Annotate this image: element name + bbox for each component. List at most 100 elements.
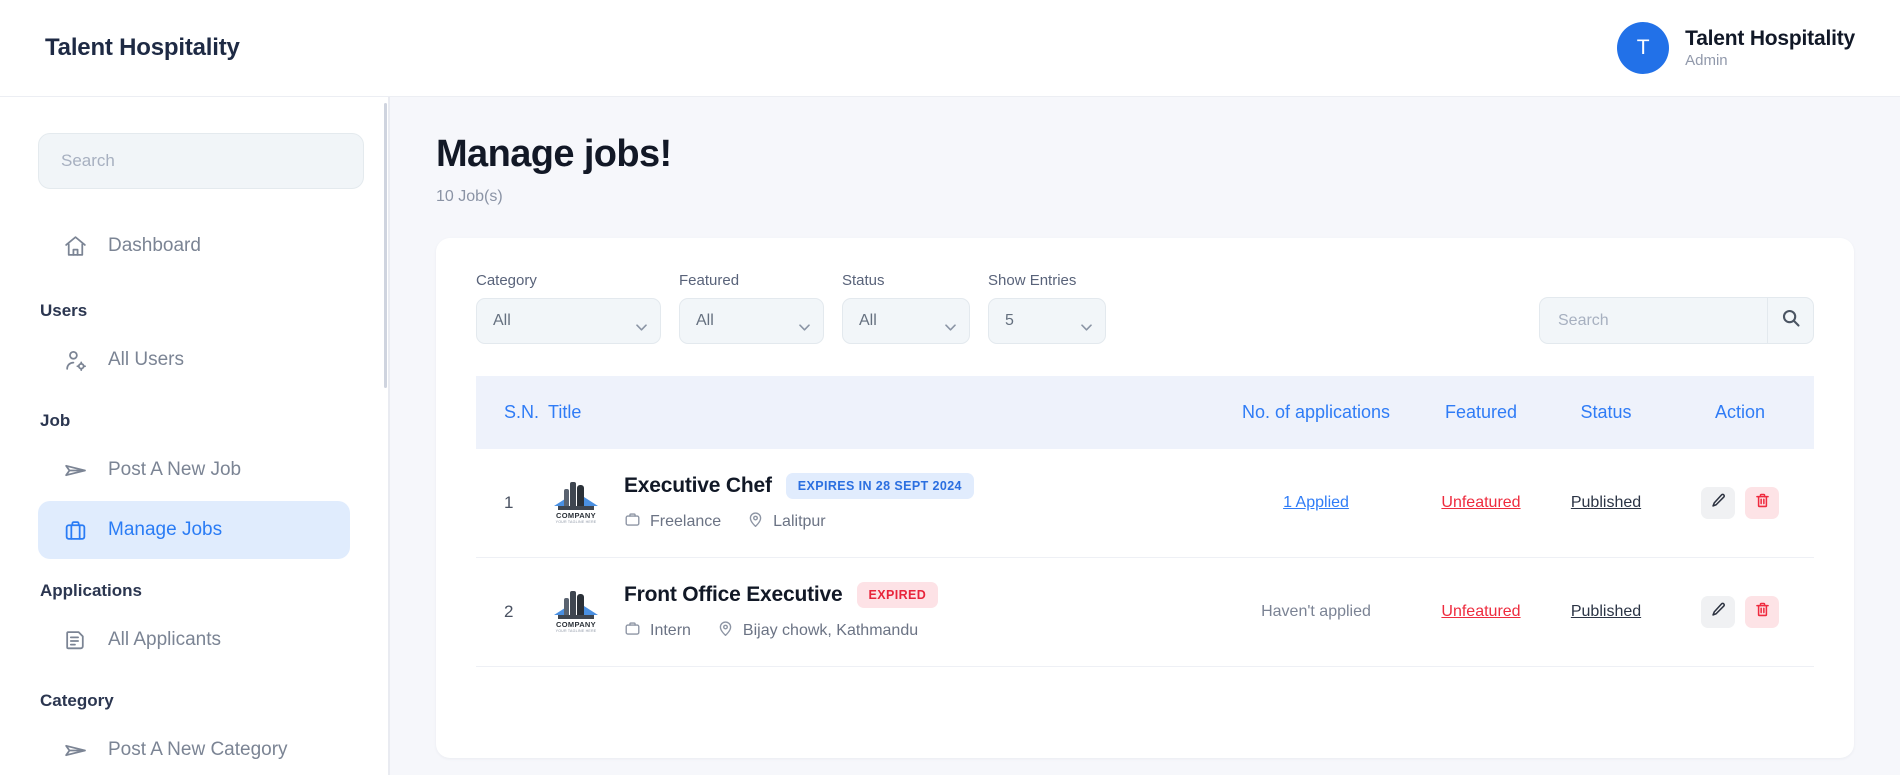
job-title[interactable]: Front Office Executive: [624, 583, 843, 607]
filter-featured: Featured All: [679, 272, 824, 344]
search-icon: [1781, 308, 1801, 333]
company-logo-tagline: YOUR TAGLINE HERE: [555, 520, 597, 524]
sidebar-search-input[interactable]: [61, 151, 341, 171]
job-count: 10 Job(s): [436, 188, 503, 205]
briefcase-icon: [624, 511, 641, 533]
table-row: 2 COMPANY YOUR TAGLINE HERE Front Office…: [476, 557, 1814, 667]
table-search-input[interactable]: [1558, 311, 1749, 330]
row-sn: 1: [476, 449, 548, 558]
job-type-label: Intern: [650, 622, 691, 639]
jobs-table: S.N. Title No. of applications Featured …: [476, 376, 1814, 667]
row-status: Published: [1546, 557, 1666, 667]
job-location: Lalitpur: [747, 511, 826, 533]
pencil-icon: [1710, 492, 1727, 514]
delete-button[interactable]: [1745, 596, 1779, 628]
home-icon: [62, 233, 88, 259]
briefcase-icon: [62, 517, 88, 543]
sidebar-item-all-applicants[interactable]: All Applicants: [38, 611, 350, 669]
featured-toggle[interactable]: Unfeatured: [1441, 494, 1520, 511]
top-bar: Talent Hospitality T Talent Hospitality …: [0, 0, 1900, 97]
status-select-value: All: [859, 312, 877, 329]
expiry-badge: EXPIRES IN 28 SEPT 2024: [785, 473, 974, 499]
document-list-icon: [62, 627, 88, 653]
filter-label: Featured: [679, 272, 740, 289]
applications-text: Haven't applied: [1261, 603, 1371, 620]
sidebar-item-dashboard[interactable]: Dashboard: [38, 217, 350, 275]
brand-logo[interactable]: Talent Hospitality: [45, 34, 240, 62]
location-pin-icon: [747, 511, 764, 533]
sidebar-item-label: All Users: [108, 349, 185, 370]
job-location: Bijay chowk, Kathmandu: [717, 620, 918, 642]
filter-bar: Category All Featured All Status All Sho…: [476, 272, 1814, 344]
sidebar-item-post-a-new-job[interactable]: Post A New Job: [38, 441, 350, 499]
applications-link[interactable]: 1 Applied: [1283, 494, 1349, 511]
user-profile[interactable]: T Talent Hospitality Admin: [1617, 22, 1855, 74]
show-entries-select[interactable]: 5: [988, 298, 1106, 344]
send-icon: [62, 457, 88, 483]
trash-icon: [1754, 601, 1771, 623]
job-type: Freelance: [624, 511, 721, 533]
company-logo: COMPANY YOUR TAGLINE HERE: [548, 587, 604, 637]
filter-show-entries: Show Entries 5: [988, 272, 1106, 344]
job-location-label: Bijay chowk, Kathmandu: [742, 622, 919, 639]
edit-button[interactable]: [1701, 487, 1735, 519]
status-toggle[interactable]: Published: [1571, 494, 1641, 511]
user-name: Talent Hospitality: [1685, 26, 1855, 50]
briefcase-icon: [624, 620, 641, 642]
featured-select-value: All: [696, 312, 714, 329]
header-action[interactable]: Action: [1666, 376, 1814, 449]
featured-toggle[interactable]: Unfeatured: [1441, 603, 1520, 620]
chevron-down-icon: [1081, 318, 1092, 331]
delete-button[interactable]: [1745, 487, 1779, 519]
page-title: Manage jobs!: [436, 133, 672, 175]
filter-label: Show Entries: [988, 272, 1077, 289]
row-actions: [1666, 557, 1814, 667]
sidebar-search[interactable]: [38, 133, 364, 189]
search-button[interactable]: [1767, 297, 1814, 344]
edit-button[interactable]: [1701, 596, 1735, 628]
row-featured: Unfeatured: [1416, 557, 1546, 667]
category-select[interactable]: All: [476, 298, 661, 344]
table-head: S.N. Title No. of applications Featured …: [476, 376, 1814, 449]
job-location-label: Lalitpur: [773, 513, 826, 530]
sidebar-scrollbar[interactable]: [384, 103, 387, 388]
job-title[interactable]: Executive Chef: [624, 474, 772, 498]
header-title[interactable]: Title: [548, 376, 1216, 449]
avatar: T: [1617, 22, 1670, 74]
row-title-cell: COMPANY YOUR TAGLINE HERE Front Office E…: [548, 557, 1216, 667]
status-select[interactable]: All: [842, 298, 970, 344]
row-actions: [1666, 449, 1814, 558]
sidebar: Dashboard Users All Users Job Post A New…: [0, 97, 390, 775]
chevron-down-icon: [636, 318, 647, 331]
chevron-down-icon: [799, 318, 810, 331]
sidebar-item-manage-jobs[interactable]: Manage Jobs: [38, 501, 350, 559]
header-featured[interactable]: Featured: [1416, 376, 1546, 449]
jobs-card: Category All Featured All Status All Sho…: [436, 238, 1854, 758]
row-title-cell: COMPANY YOUR TAGLINE HERE Executive Chef…: [548, 449, 1216, 558]
table-header-row: S.N. Title No. of applications Featured …: [476, 376, 1814, 449]
company-logo: COMPANY YOUR TAGLINE HERE: [548, 478, 604, 528]
user-gear-icon: [62, 347, 88, 373]
header-status[interactable]: Status: [1546, 376, 1666, 449]
sidebar-section-job: Job: [40, 411, 71, 430]
header-applications[interactable]: No. of applications: [1216, 376, 1416, 449]
sidebar-item-label: Post A New Category: [108, 739, 288, 760]
featured-select[interactable]: All: [679, 298, 824, 344]
sidebar-section-users: Users: [40, 301, 88, 320]
sidebar-item-post-a-new-category[interactable]: Post A New Category: [38, 721, 350, 775]
location-pin-icon: [717, 620, 734, 642]
admin-dashboard: Talent Hospitality T Talent Hospitality …: [0, 0, 1900, 775]
status-toggle[interactable]: Published: [1571, 603, 1641, 620]
sidebar-item-all-users[interactable]: All Users: [38, 331, 350, 389]
table-search[interactable]: [1539, 297, 1767, 344]
row-applications: Haven't applied: [1216, 557, 1416, 667]
table-row: 1 COMPANY YOUR TAGLINE HERE Executive Ch…: [476, 449, 1814, 558]
filter-label: Status: [842, 272, 885, 289]
job-type: Intern: [624, 620, 691, 642]
header-sn[interactable]: S.N.: [476, 376, 548, 449]
table-search-group: [1539, 297, 1814, 344]
job-type-label: Freelance: [650, 513, 722, 530]
sidebar-item-label: Post A New Job: [108, 459, 242, 480]
company-logo-name: COMPANY: [556, 620, 596, 629]
filter-category: Category All: [476, 272, 661, 344]
